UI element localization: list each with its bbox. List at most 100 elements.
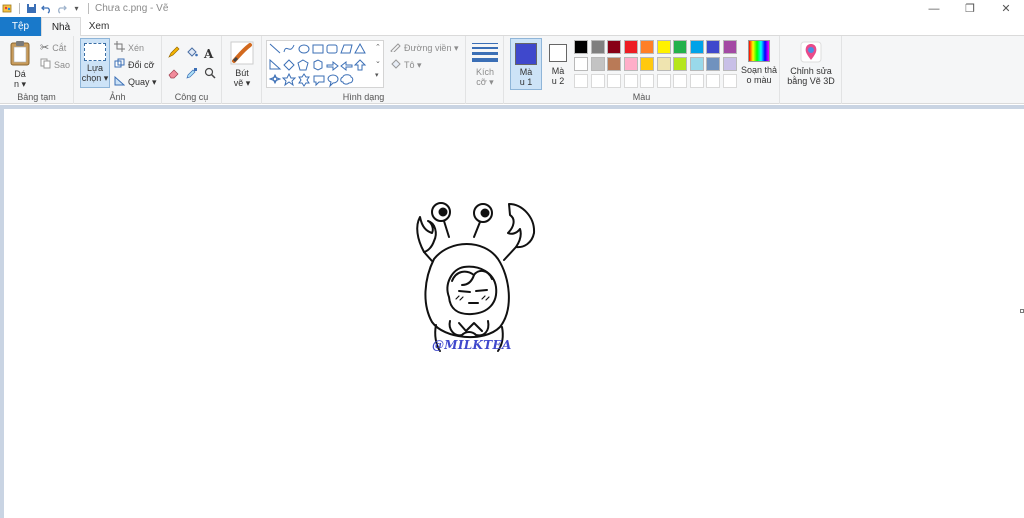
group-colors: Mà u 1 Mà u 2 Soạn thả o màu Màu <box>504 36 780 104</box>
paint3d-label-1: Chỉnh sửa <box>790 66 832 76</box>
canvas-resize-handle-right[interactable] <box>1020 309 1024 313</box>
color-picker-icon[interactable] <box>186 67 198 82</box>
shapes-icons[interactable] <box>267 41 385 89</box>
select-button[interactable]: Lựa chọn ▾ <box>80 38 110 88</box>
crop-button[interactable]: Xén <box>114 41 144 55</box>
cut-button[interactable]: ✂ Cắt <box>40 41 66 54</box>
palette-swatch[interactable] <box>722 57 737 71</box>
palette-swatch[interactable] <box>706 40 720 54</box>
palette-swatch[interactable] <box>640 40 654 54</box>
size-button[interactable]: Kích cỡ ▾ <box>471 41 499 88</box>
palette-swatch[interactable] <box>607 74 621 88</box>
minimize-button[interactable]: — <box>916 0 952 17</box>
palette-swatch[interactable] <box>623 74 638 88</box>
size-label-2: cỡ ▾ <box>476 77 494 87</box>
fill-bucket-icon[interactable] <box>186 46 198 61</box>
palette-swatch[interactable] <box>574 74 588 88</box>
crop-label: Xén <box>128 43 145 53</box>
outline-button[interactable]: Đường viền ▾ <box>390 41 458 55</box>
workspace: @MILKTEA <box>0 105 1024 518</box>
palette-swatch[interactable] <box>673 57 687 71</box>
palette-swatch[interactable] <box>689 57 704 71</box>
palette-swatch[interactable] <box>607 57 621 71</box>
palette-swatch[interactable] <box>656 40 671 54</box>
customize-toolbar-icon[interactable]: ▾ <box>71 3 82 14</box>
eraser-icon[interactable] <box>168 67 180 82</box>
watermark-text: @MILKTEA <box>432 338 512 352</box>
group-size: Kích cỡ ▾ <box>466 36 504 104</box>
palette-swatch[interactable] <box>640 74 654 88</box>
palette-swatch[interactable] <box>706 57 720 71</box>
window-controls: — ❐ ✕ <box>916 0 1024 17</box>
group-image: Lựa chọn ▾ Xén Đổi cỡ Quay ▾ Ảnh <box>74 36 162 104</box>
size-label-1: Kích <box>475 67 494 77</box>
palette-swatch[interactable] <box>722 40 737 54</box>
edit-colors-label-1: Soạn thả <box>740 65 778 75</box>
drawing-canvas[interactable]: @MILKTEA <box>4 109 1024 518</box>
palette-swatch[interactable] <box>607 40 621 54</box>
line-size-icon <box>472 43 498 62</box>
scissors-icon: ✂ <box>40 42 50 54</box>
shapes-scroll[interactable]: ⌃ ⌄ ▾ <box>375 41 381 83</box>
paste-label-1: Dá <box>14 69 26 79</box>
palette-swatch[interactable] <box>656 57 671 71</box>
brushes-label-1: Bút <box>235 68 249 78</box>
brush-icon <box>230 41 254 65</box>
palette-swatch[interactable] <box>590 74 605 88</box>
outline-label: Đường viền ▾ <box>404 42 459 53</box>
palette-swatch[interactable] <box>689 74 704 88</box>
paint3d-icon <box>800 41 822 63</box>
text-tool-icon[interactable]: A <box>204 47 213 61</box>
edit-with-paint3d-button[interactable]: Chỉnh sửa bằng Vẽ 3D <box>784 41 838 86</box>
shapes-gallery <box>266 40 384 88</box>
palette-swatch[interactable] <box>623 40 638 54</box>
color1-button[interactable]: Mà u 1 <box>510 38 542 90</box>
quick-access-toolbar: ▾ <box>0 0 91 17</box>
palette-swatch[interactable] <box>640 57 654 71</box>
brushes-label-2: vẽ ▾ <box>233 78 251 88</box>
pencil-icon[interactable] <box>168 46 180 61</box>
group-tools: A Công cụ <box>162 36 222 104</box>
edit-colors-button[interactable]: Soạn thả o màu <box>740 40 778 85</box>
rotate-button[interactable]: Quay ▾ <box>114 75 157 89</box>
palette-swatch[interactable] <box>574 57 588 71</box>
paste-button[interactable]: Dá n ▾ <box>8 40 32 90</box>
color2-label-1: Mà <box>551 66 565 76</box>
paste-icon <box>10 41 30 66</box>
palette-swatch[interactable] <box>574 40 588 54</box>
fill-icon <box>390 58 401 72</box>
palette-swatch[interactable] <box>623 57 638 71</box>
color-palette <box>574 40 742 90</box>
maximize-button[interactable]: ❐ <box>952 0 988 17</box>
ribbon: Dá n ▾ ✂ Cắt Sao Bảng tạm Lựa chọn ▾ Xén <box>0 36 1024 104</box>
brushes-button[interactable]: Bút vẽ ▾ <box>228 41 256 89</box>
save-icon[interactable] <box>26 3 37 14</box>
color2-swatch <box>549 44 567 62</box>
palette-swatch[interactable] <box>590 40 605 54</box>
color1-label-1: Mà <box>519 67 533 77</box>
fill-button[interactable]: Tô ▾ <box>390 58 422 72</box>
palette-swatch[interactable] <box>590 57 605 71</box>
group-brushes: Bút vẽ ▾ <box>222 36 262 104</box>
close-button[interactable]: ✕ <box>988 0 1024 17</box>
tab-home[interactable]: Nhà <box>41 17 81 37</box>
color2-button[interactable]: Mà u 2 <box>544 38 572 86</box>
resize-button[interactable]: Đổi cỡ <box>114 58 154 72</box>
palette-swatch[interactable] <box>656 74 671 88</box>
paint-app-icon[interactable] <box>2 3 13 14</box>
window-title: Chưa c.png - Vẽ <box>95 3 169 14</box>
redo-icon[interactable] <box>56 3 67 14</box>
palette-swatch[interactable] <box>689 40 704 54</box>
colors-group-label: Màu <box>632 92 651 102</box>
rotate-icon <box>114 75 126 89</box>
undo-icon[interactable] <box>41 3 52 14</box>
magnifier-icon[interactable] <box>204 67 216 82</box>
palette-swatch[interactable] <box>673 40 687 54</box>
group-clipboard: Dá n ▾ ✂ Cắt Sao Bảng tạm <box>0 36 74 104</box>
copy-button[interactable]: Sao <box>40 58 70 72</box>
palette-swatch[interactable] <box>673 74 687 88</box>
tab-view[interactable]: Xem <box>81 17 117 36</box>
palette-swatch[interactable] <box>722 74 737 88</box>
tab-file[interactable]: Tệp <box>0 17 41 36</box>
palette-swatch[interactable] <box>706 74 720 88</box>
